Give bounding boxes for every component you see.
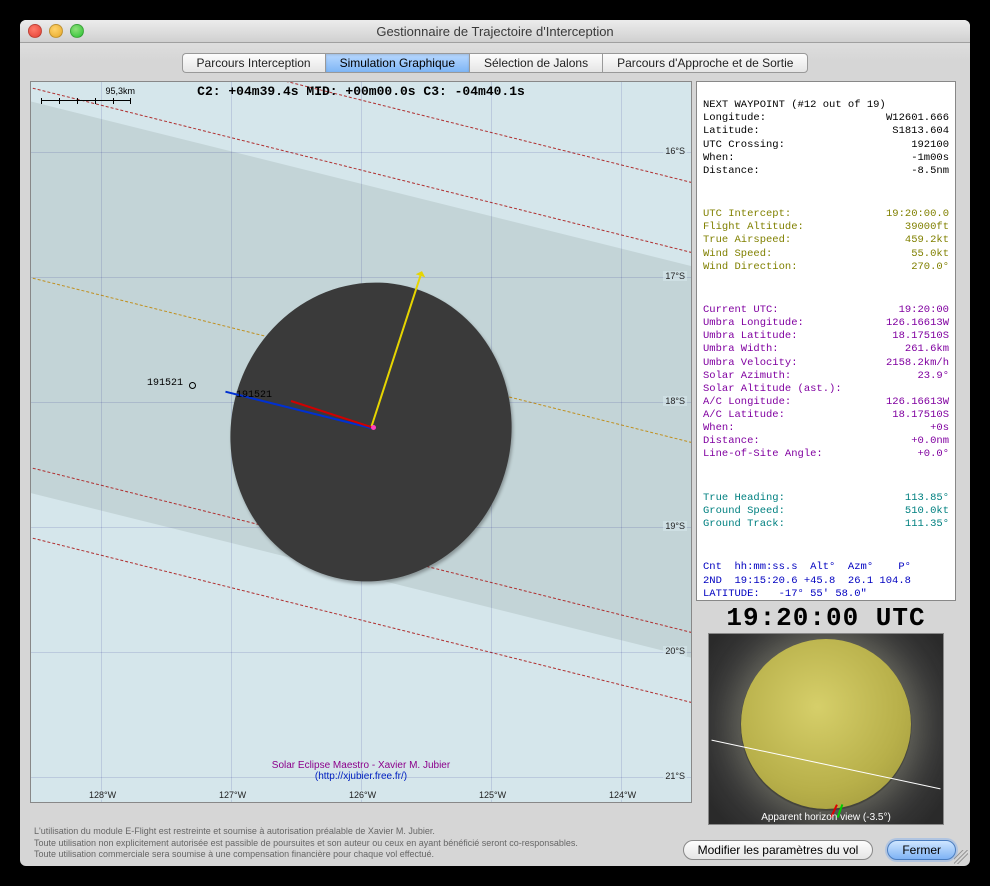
tab-bar: Parcours Interception Simulation Graphiq… xyxy=(20,43,970,81)
map-panel[interactable]: 191521 191521 16°S 17°S 18°S 19°S 20°S 2… xyxy=(30,81,692,803)
waypoint-label: 191521 xyxy=(147,378,183,389)
aircraft-position-icon xyxy=(371,425,376,430)
horizon-caption: Apparent horizon view (-3.5°) xyxy=(709,812,943,823)
app-window: Gestionnaire de Trajectoire d'Intercepti… xyxy=(20,20,970,866)
modify-flight-params-button[interactable]: Modifier les paramètres du vol xyxy=(683,840,874,860)
utc-clock: 19:20:00 UTC xyxy=(696,601,956,633)
resize-grip-icon[interactable] xyxy=(954,850,968,864)
tab-simulation-graphique[interactable]: Simulation Graphique xyxy=(325,53,469,73)
sun-disk-icon xyxy=(741,639,911,809)
horizon-view: Apparent horizon view (-3.5°) xyxy=(708,633,944,825)
titlebar: Gestionnaire de Trajectoire d'Intercepti… xyxy=(20,20,970,43)
telemetry-readout: NEXT WAYPOINT (#12 out of 19) Longitude:… xyxy=(696,81,956,601)
tab-parcours-interception[interactable]: Parcours Interception xyxy=(182,53,325,73)
tab-parcours-approche[interactable]: Parcours d'Approche et de Sortie xyxy=(602,53,808,73)
close-button[interactable]: Fermer xyxy=(887,840,956,860)
window-title: Gestionnaire de Trajectoire d'Intercepti… xyxy=(20,24,970,39)
disclaimer-text: L'utilisation du module E-Flight est res… xyxy=(34,826,594,860)
tab-selection-jalons[interactable]: Sélection de Jalons xyxy=(469,53,602,73)
waypoint-label: 191521 xyxy=(236,390,272,401)
info-panel: NEXT WAYPOINT (#12 out of 19) Longitude:… xyxy=(696,81,956,825)
map-credit: Solar Eclipse Maestro - Xavier M. Jubier… xyxy=(31,760,691,782)
map-scalebar: 95,3km xyxy=(41,100,131,101)
waypoint-marker xyxy=(189,382,196,389)
